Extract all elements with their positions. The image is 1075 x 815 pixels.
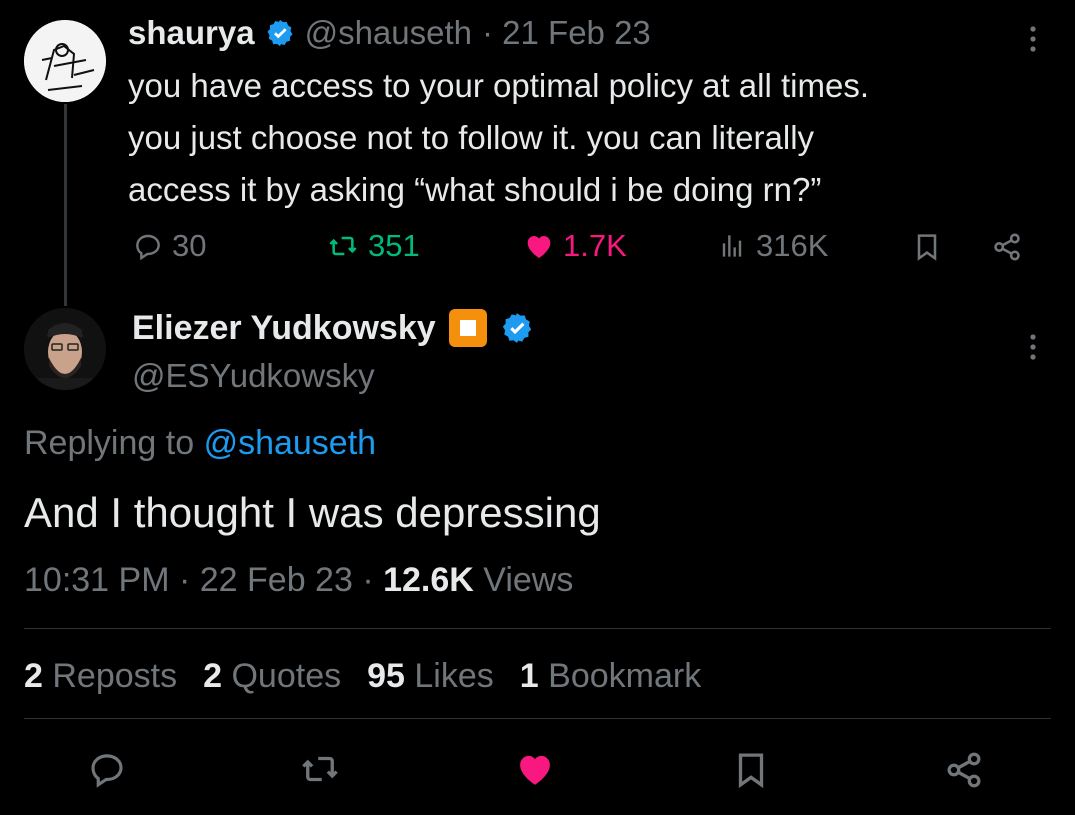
shaurya-avatar[interactable] bbox=[24, 20, 106, 102]
views-count: 316K bbox=[756, 228, 829, 263]
reply-button[interactable] bbox=[86, 748, 128, 790]
stat-count: 2 bbox=[203, 657, 223, 695]
eliezer-avatar[interactable] bbox=[24, 308, 106, 390]
repost-button[interactable] bbox=[298, 748, 342, 790]
divider bbox=[24, 628, 1051, 629]
stat-label: Bookmark bbox=[548, 657, 702, 695]
repost-icon bbox=[326, 230, 360, 262]
author-handle[interactable]: @shauseth bbox=[305, 14, 472, 52]
verified-icon bbox=[500, 311, 534, 345]
share-icon[interactable] bbox=[990, 230, 1024, 264]
divider bbox=[24, 718, 1051, 719]
more-icon[interactable] bbox=[1027, 24, 1039, 54]
replying-prefix: Replying to bbox=[24, 424, 195, 462]
stat-count: 2 bbox=[24, 657, 43, 695]
quoted-tweet-text: you have access to your optimal policy a… bbox=[128, 60, 869, 216]
stat-count: 95 bbox=[367, 657, 405, 695]
more-icon[interactable] bbox=[1027, 332, 1039, 362]
reply-button[interactable]: 30 bbox=[132, 228, 206, 264]
bookmark-icon[interactable] bbox=[911, 230, 943, 264]
quotes-stat[interactable]: 2 Quotes bbox=[203, 657, 341, 696]
like-button[interactable] bbox=[514, 748, 556, 790]
tweet-text-line: you have access to your optimal policy a… bbox=[128, 67, 870, 104]
tweet-text-line: access it by asking “what should i be do… bbox=[128, 171, 822, 208]
like-button[interactable]: 1.7K bbox=[523, 228, 627, 264]
tweet-date[interactable]: · 22 Feb 23 · bbox=[179, 561, 374, 599]
author-name[interactable]: shaurya bbox=[128, 14, 255, 52]
author-name[interactable]: Eliezer Yudkowsky bbox=[132, 309, 436, 348]
share-button[interactable] bbox=[942, 748, 986, 792]
tweet-meta: 10:31 PM · 22 Feb 23 · 12.6K Views bbox=[24, 561, 573, 600]
reposts-stat[interactable]: 2 Reposts bbox=[24, 657, 177, 696]
engagement-stats: 2 Reposts 2 Quotes 95 Likes 1 Bookmark bbox=[24, 657, 701, 696]
replying-handle-link[interactable]: @shauseth bbox=[204, 424, 377, 462]
views-icon bbox=[716, 230, 748, 262]
verified-icon bbox=[265, 18, 295, 48]
reply-count: 30 bbox=[172, 228, 207, 263]
tweet-time[interactable]: 10:31 PM bbox=[24, 561, 170, 599]
reply-icon bbox=[132, 230, 164, 262]
stat-label: Likes bbox=[414, 657, 494, 695]
thread-connector-line bbox=[64, 104, 67, 306]
like-icon bbox=[523, 230, 555, 262]
tweet-date[interactable]: · 21 Feb 23 bbox=[482, 14, 651, 52]
author-handle[interactable]: @ESYudkowsky bbox=[132, 357, 375, 395]
likes-stat[interactable]: 95 Likes bbox=[367, 657, 494, 696]
tweet-text: And I thought I was depressing bbox=[24, 489, 601, 536]
bookmark-button[interactable] bbox=[730, 748, 772, 792]
quoted-tweet-header: shaurya @shauseth · 21 Feb 23 bbox=[128, 14, 651, 52]
views-button[interactable]: 316K bbox=[716, 228, 828, 264]
views-label: Views bbox=[483, 561, 574, 599]
like-count: 1.7K bbox=[563, 228, 627, 263]
repost-button[interactable]: 351 bbox=[326, 228, 420, 264]
views-count: 12.6K bbox=[383, 561, 474, 599]
stat-count: 1 bbox=[519, 657, 539, 695]
repost-count: 351 bbox=[368, 228, 420, 263]
stat-label: Quotes bbox=[231, 657, 342, 695]
replying-to: Replying to @shauseth bbox=[24, 424, 376, 463]
stat-label: Reposts bbox=[52, 657, 178, 695]
square-emoji-icon bbox=[448, 308, 488, 348]
main-tweet-header: Eliezer Yudkowsky bbox=[132, 308, 534, 348]
bookmarks-stat[interactable]: 1 Bookmark bbox=[520, 657, 701, 696]
tweet-text-line: you just choose not to follow it. you ca… bbox=[128, 119, 815, 156]
